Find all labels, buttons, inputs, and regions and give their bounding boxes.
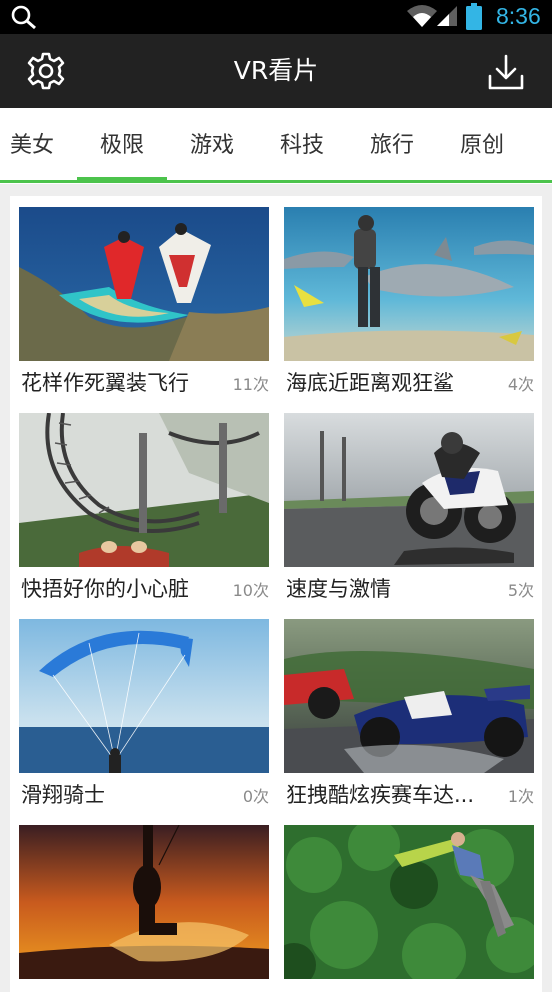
video-card[interactable]: 狂拽酷炫疾赛车达... 1次 <box>284 619 534 819</box>
tab-label: 旅行 <box>369 133 414 158</box>
video-title <box>286 985 486 992</box>
video-thumbnail <box>19 619 269 773</box>
video-title: 速度与激情 <box>286 577 391 601</box>
video-card[interactable] <box>284 825 534 992</box>
view-count: 0次 <box>242 787 269 806</box>
battery-icon <box>466 3 482 30</box>
tab-label: 科技 <box>279 133 324 158</box>
tab-extreme[interactable]: 极限 <box>77 108 167 182</box>
tab-games[interactable]: 游戏 <box>167 108 257 182</box>
tab-original[interactable]: 原创 <box>437 108 527 182</box>
status-bar: 8:36 <box>0 0 552 34</box>
view-count: 1次 <box>507 787 534 806</box>
video-card[interactable]: 滑翔骑士 0次 <box>19 619 269 819</box>
video-title: 滑翔骑士 <box>21 783 105 807</box>
video-title: 狂拽酷炫疾赛车达... <box>286 783 475 807</box>
signal-icon <box>437 6 457 26</box>
tab-label: 美女 <box>9 133 54 158</box>
view-count: 10次 <box>232 581 269 600</box>
app-bar: VR看片 <box>0 34 552 108</box>
tab-label: 原创 <box>459 133 504 158</box>
view-count: 5次 <box>507 581 534 600</box>
video-thumbnail <box>284 619 534 773</box>
video-card[interactable]: 花样作死翼装飞行 11次 <box>19 207 269 407</box>
gear-icon[interactable] <box>26 51 66 91</box>
status-time: 8:36 <box>496 3 541 29</box>
tab-beauty[interactable]: 美女 <box>0 108 77 182</box>
video-thumbnail <box>284 825 534 979</box>
tabs-divider <box>0 180 552 183</box>
tab-label: 极限 <box>99 133 144 158</box>
video-grid-area[interactable]: 花样作死翼装飞行 11次 海底近距离观狂鲨 4次 快捂好你的小心脏 10次 速度… <box>0 184 552 992</box>
video-thumbnail <box>284 413 534 567</box>
video-title: 花样作死翼装飞行 <box>21 371 189 395</box>
search-icon[interactable] <box>10 4 38 30</box>
video-thumbnail <box>19 825 269 979</box>
video-card[interactable] <box>19 825 269 992</box>
video-title <box>21 985 221 992</box>
video-card[interactable]: 速度与激情 5次 <box>284 413 534 613</box>
download-icon[interactable] <box>486 52 526 92</box>
view-count: 4次 <box>507 375 534 394</box>
video-thumbnail <box>19 413 269 567</box>
video-card[interactable]: 海底近距离观狂鲨 4次 <box>284 207 534 407</box>
video-thumbnail <box>284 207 534 361</box>
video-grid: 花样作死翼装飞行 11次 海底近距离观狂鲨 4次 快捂好你的小心脏 10次 速度… <box>10 196 542 992</box>
wifi-icon <box>407 5 437 27</box>
video-title: 快捂好你的小心脏 <box>21 577 189 601</box>
category-tabs: 美女 极限 游戏 科技 旅行 原创 <box>0 108 552 184</box>
tab-label: 游戏 <box>189 133 234 158</box>
page-title: VR看片 <box>233 56 319 85</box>
tab-travel[interactable]: 旅行 <box>347 108 437 182</box>
video-thumbnail <box>19 207 269 361</box>
video-card[interactable]: 快捂好你的小心脏 10次 <box>19 413 269 613</box>
tab-tech[interactable]: 科技 <box>257 108 347 182</box>
video-title: 海底近距离观狂鲨 <box>286 371 454 395</box>
view-count: 11次 <box>232 375 269 394</box>
